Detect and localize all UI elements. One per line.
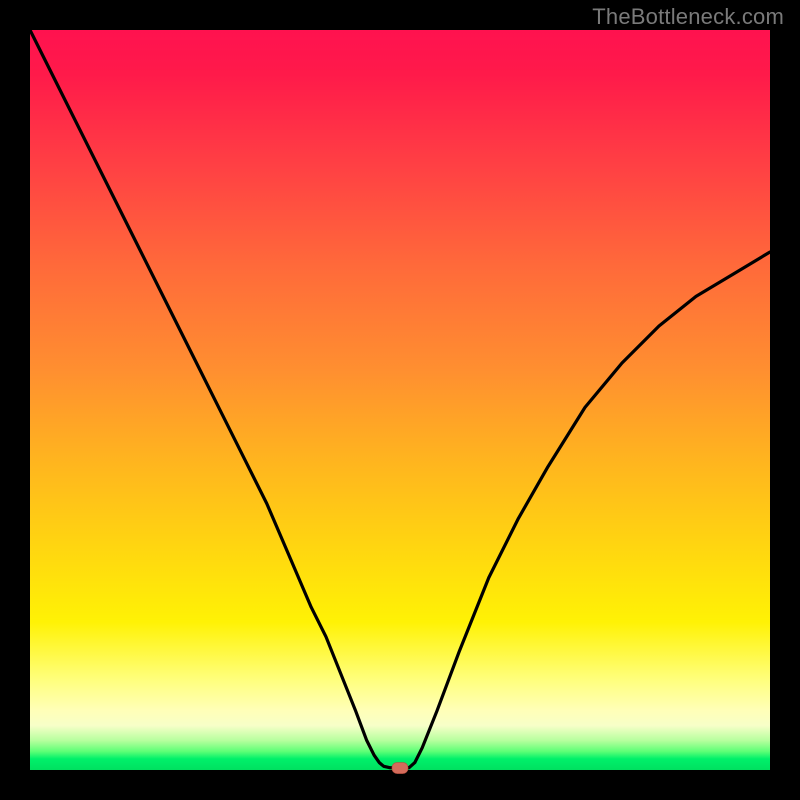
watermark-label: TheBottleneck.com bbox=[592, 4, 784, 30]
plot-area bbox=[30, 30, 770, 770]
curve-path bbox=[30, 30, 770, 768]
chart-frame: TheBottleneck.com bbox=[0, 0, 800, 800]
bottleneck-curve bbox=[30, 30, 770, 770]
marker-dot bbox=[392, 763, 408, 774]
